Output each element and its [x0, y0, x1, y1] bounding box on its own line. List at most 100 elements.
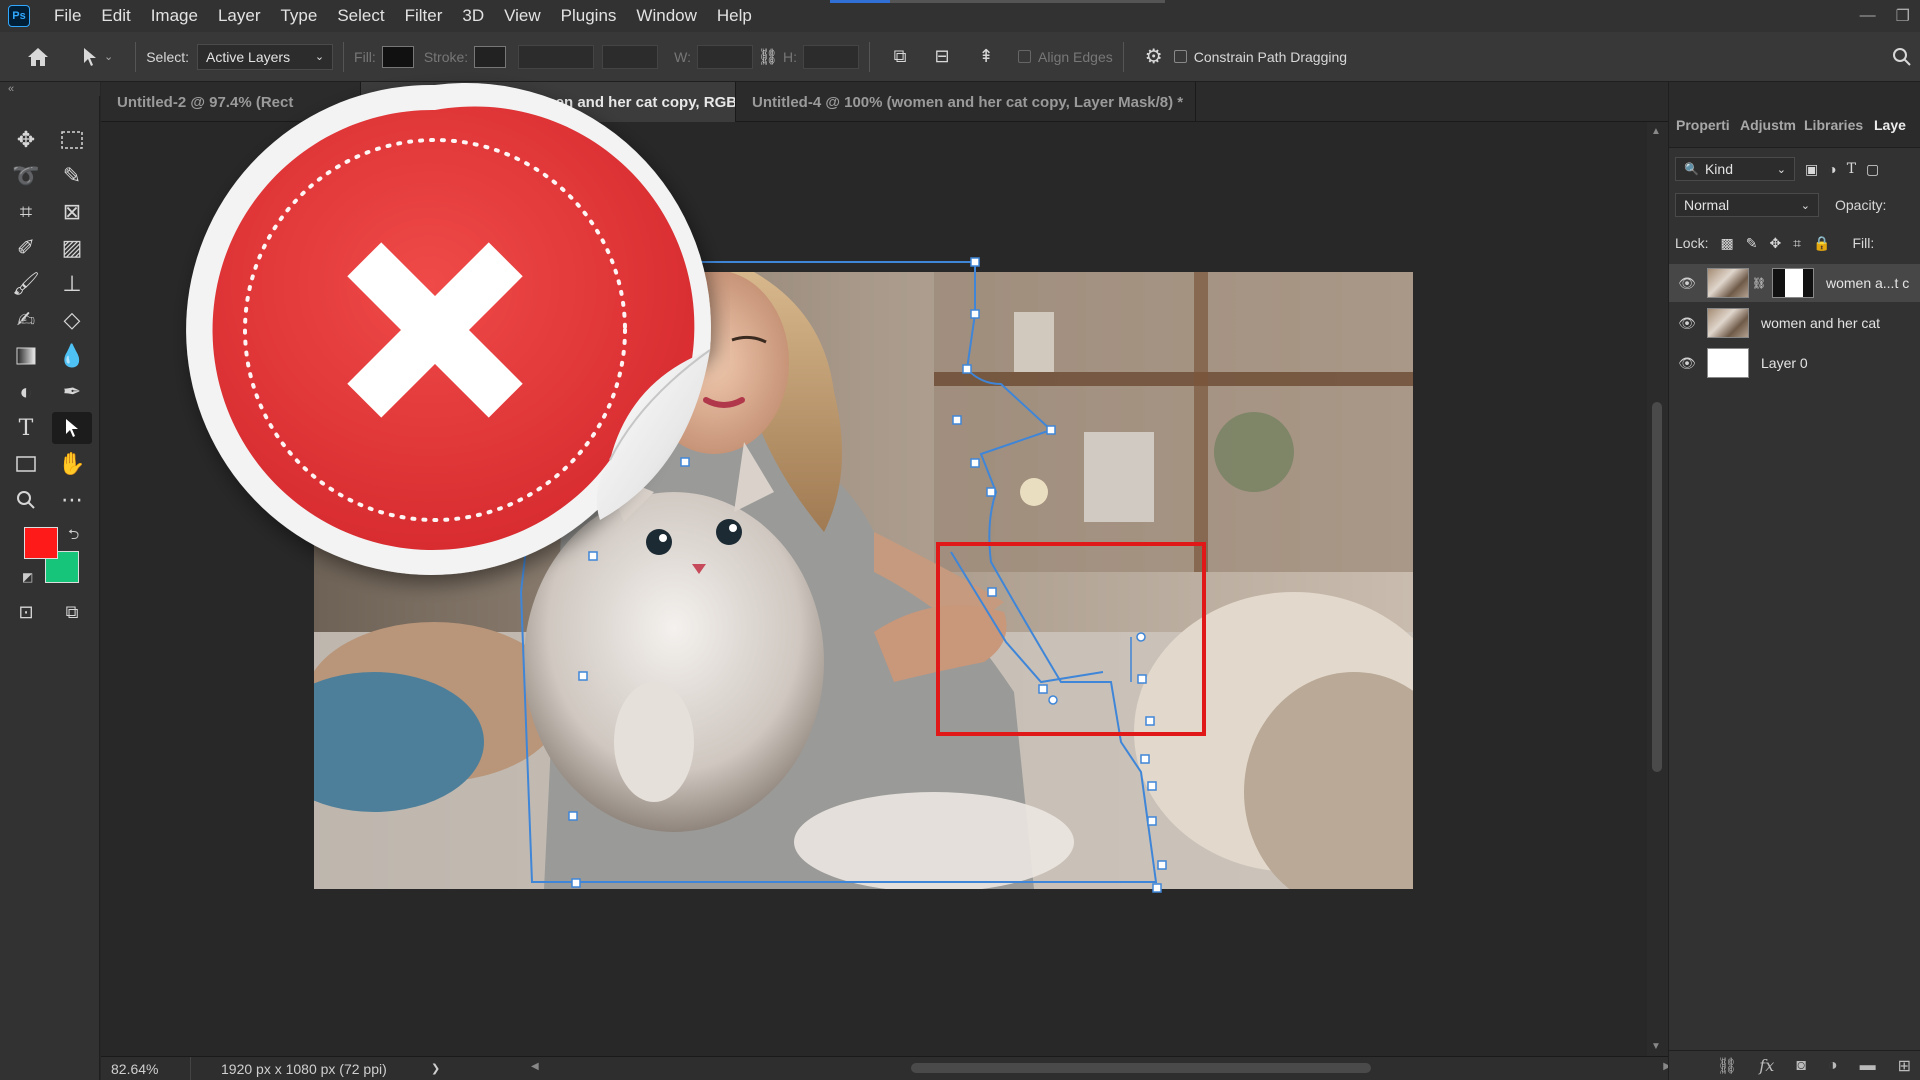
bezier-handle[interactable] [980, 429, 1052, 455]
scroll-left-icon[interactable]: ◀ [531, 1061, 539, 1072]
gradient-tool-icon[interactable] [6, 340, 46, 372]
path-operations-icon[interactable]: ⧉ [880, 46, 920, 67]
anchor-point[interactable] [1157, 860, 1167, 870]
lock-all-icon[interactable]: 🔒 [1813, 235, 1830, 252]
menu-window[interactable]: Window [626, 0, 706, 32]
lock-transparent-icon[interactable]: ▩ [1720, 235, 1733, 252]
anchor-point[interactable] [962, 364, 972, 374]
layer-row-layer-0[interactable]: 👁 Layer 0 [1669, 344, 1920, 382]
direct-selection-tool-icon[interactable] [52, 412, 92, 444]
anchor-point[interactable] [578, 671, 588, 681]
new-layer-icon[interactable]: ⊞ [1898, 1056, 1911, 1076]
anchor-point[interactable] [1145, 716, 1155, 726]
layer-row-women-copy[interactable]: 👁 ⛓ women a...t c [1669, 264, 1920, 302]
scrollbar-thumb[interactable] [1652, 402, 1662, 772]
anchor-point[interactable] [1147, 781, 1157, 791]
menu-help[interactable]: Help [707, 0, 762, 32]
menu-view[interactable]: View [494, 0, 551, 32]
adjustment-layer-icon[interactable]: ◑ [1828, 1057, 1838, 1075]
rectangle-tool-icon[interactable] [6, 448, 46, 480]
quick-mask-icon[interactable]: ⊡ [6, 596, 46, 628]
scroll-down-icon[interactable]: ▼ [1651, 1041, 1661, 1052]
clone-stamp-tool-icon[interactable]: ⊥ [52, 268, 92, 300]
horizontal-scrollbar[interactable]: ◀ ▶ [531, 1061, 1671, 1075]
link-icon[interactable]: ⛓ [753, 47, 783, 67]
history-brush-tool-icon[interactable]: ✍ [6, 304, 46, 336]
eye-icon[interactable]: 👁 [1669, 315, 1705, 332]
scrollbar-thumb[interactable] [911, 1063, 1371, 1073]
foreground-color-swatch[interactable] [24, 527, 58, 559]
adjustment-filter-icon[interactable]: ◑ [1828, 161, 1836, 177]
zoom-tool-icon[interactable] [6, 484, 46, 516]
eye-icon[interactable]: 👁 [1669, 355, 1705, 372]
group-folder-icon[interactable]: ▬ [1860, 1057, 1876, 1075]
frame-tool-icon[interactable]: ⊠ [52, 196, 92, 228]
anchor-point[interactable] [1046, 425, 1056, 435]
vector-path-segment[interactable] [950, 551, 1104, 684]
constrain-path-checkbox[interactable] [1173, 50, 1187, 63]
blend-mode-dropdown[interactable]: Normal ⌄ [1675, 193, 1819, 217]
anchor-point[interactable] [987, 587, 997, 597]
bezier-handle-point[interactable] [1136, 632, 1146, 642]
home-icon[interactable] [0, 47, 76, 67]
quick-selection-tool-icon[interactable]: ✎ [52, 160, 92, 192]
fx-icon[interactable]: fx [1759, 1056, 1774, 1075]
anchor-point[interactable] [970, 458, 980, 468]
zoom-level[interactable]: 82.64% [101, 1057, 191, 1080]
gear-icon[interactable]: ⚙ [1134, 44, 1174, 69]
link-layers-icon[interactable]: ⛓ [1717, 1056, 1737, 1076]
screen-mode-icon[interactable]: ⧉ [52, 596, 92, 628]
menu-select[interactable]: Select [327, 0, 394, 32]
brush-tool-icon[interactable]: 🖌 [6, 268, 46, 300]
tab-properties[interactable]: Properti [1669, 117, 1733, 133]
kind-filter-dropdown[interactable]: 🔍 Kind ⌄ [1675, 157, 1795, 181]
eyedropper-tool-icon[interactable]: ✐ [6, 232, 46, 264]
align-edges-checkbox[interactable] [1018, 50, 1032, 63]
marquee-tool-icon[interactable] [52, 124, 92, 156]
bezier-handle-point[interactable] [1048, 695, 1058, 705]
lock-artboard-icon[interactable]: ⌗ [1793, 235, 1801, 252]
anchor-point[interactable] [1152, 883, 1162, 893]
type-filter-icon[interactable]: T [1847, 161, 1856, 177]
tab-untitled-4[interactable]: Untitled-4 @ 100% (women and her cat cop… [736, 82, 1196, 122]
type-tool-icon[interactable]: T [6, 412, 46, 444]
restore-icon[interactable]: ❐ [1896, 6, 1910, 26]
vertical-scrollbar[interactable]: ▲ ▼ [1647, 122, 1668, 1056]
lasso-tool-icon[interactable]: ➰ [6, 160, 46, 192]
more-tools-icon[interactable]: ⋯ [52, 484, 92, 516]
tool-preset-chevron-icon[interactable]: ⌄ [104, 50, 113, 63]
blur-tool-icon[interactable]: 💧 [52, 340, 92, 372]
toolbar-collapse-icon[interactable]: « [0, 82, 100, 96]
anchor-point[interactable] [1038, 684, 1048, 694]
menu-image[interactable]: Image [141, 0, 208, 32]
status-arrow-icon[interactable]: ❯ [431, 1062, 440, 1075]
swap-colors-icon[interactable]: ⮌ [68, 524, 79, 548]
tab-layers[interactable]: Laye [1867, 117, 1907, 133]
menu-type[interactable]: Type [270, 0, 327, 32]
hand-tool-icon[interactable]: ✋ [52, 448, 92, 480]
pixel-filter-icon[interactable]: ▣ [1805, 161, 1818, 178]
lock-pixels-icon[interactable]: ✎ [1746, 235, 1758, 252]
dodge-tool-icon[interactable]: ◐ [6, 376, 46, 408]
anchor-point[interactable] [970, 257, 980, 267]
move-tool-icon[interactable]: ✥ [6, 124, 46, 156]
anchor-point[interactable] [986, 487, 996, 497]
scroll-up-icon[interactable]: ▲ [1651, 126, 1661, 137]
path-alignment-icon[interactable]: ⊟ [920, 46, 964, 67]
default-colors-icon[interactable]: ◩ [22, 570, 33, 584]
path-selection-tool-icon[interactable] [76, 47, 104, 67]
menu-plugins[interactable]: Plugins [551, 0, 627, 32]
anchor-point[interactable] [1137, 674, 1147, 684]
eye-icon[interactable]: 👁 [1669, 275, 1705, 292]
menu-layer[interactable]: Layer [208, 0, 271, 32]
anchor-point[interactable] [952, 415, 962, 425]
menu-file[interactable]: File [44, 0, 91, 32]
eraser-tool-icon[interactable]: ◇ [52, 304, 92, 336]
anchor-point[interactable] [568, 811, 578, 821]
shape-filter-icon[interactable]: ▢ [1866, 161, 1879, 178]
layer-mask-thumbnail[interactable] [1771, 268, 1814, 298]
anchor-point[interactable] [970, 309, 980, 319]
minimize-icon[interactable]: — [1860, 7, 1876, 25]
anchor-point[interactable] [1147, 816, 1157, 826]
path-arrangement-icon[interactable]: ⇞ [964, 46, 1008, 67]
